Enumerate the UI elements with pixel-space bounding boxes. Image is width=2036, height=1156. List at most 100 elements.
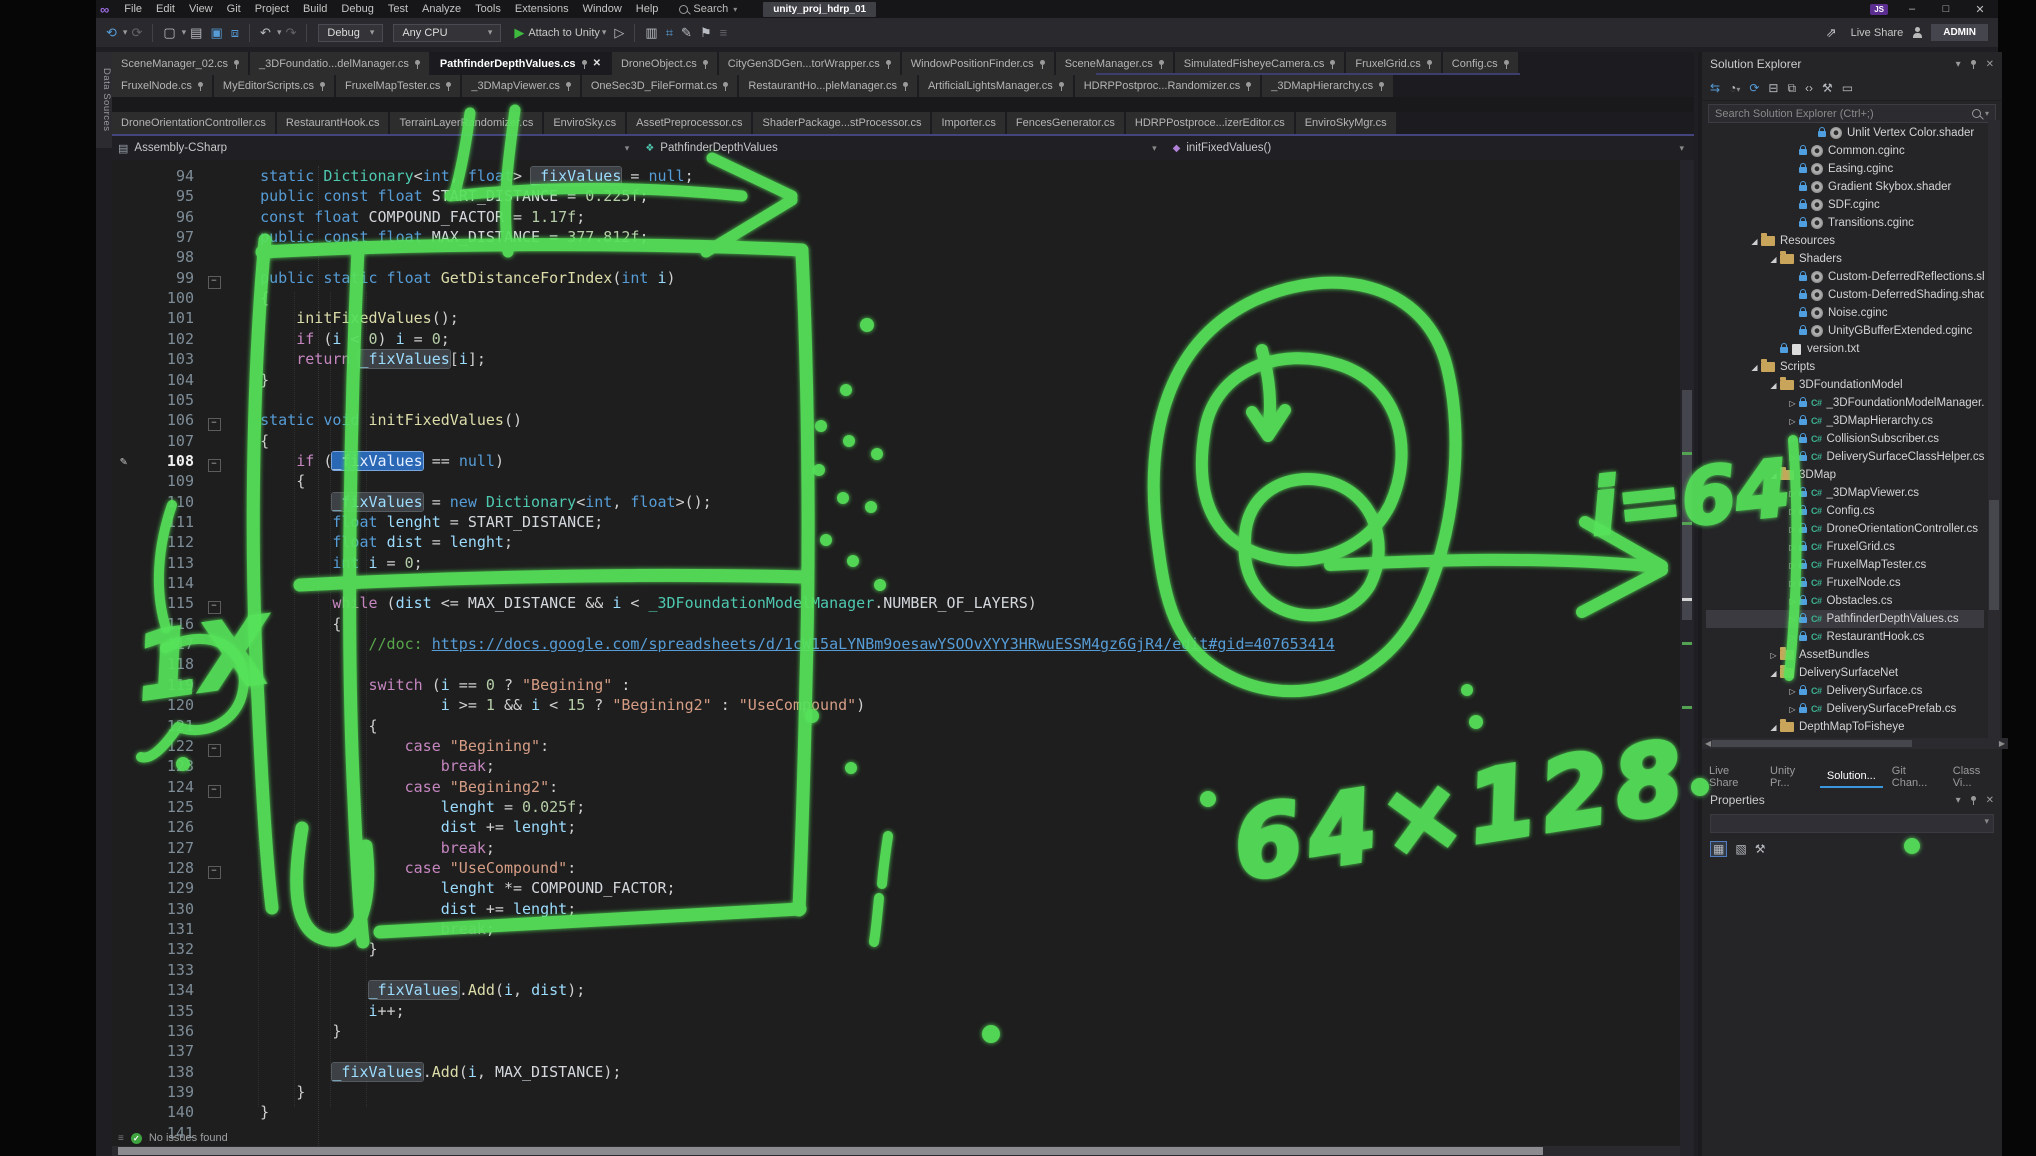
expander-expanded-icon[interactable]: ◢: [1767, 381, 1780, 390]
code-line-113[interactable]: 113 int i = 0;: [112, 553, 423, 573]
code-line-109[interactable]: 109 {: [112, 471, 305, 491]
expander-collapsed-icon[interactable]: ▷: [1786, 525, 1799, 534]
tree-item-resources[interactable]: ◢Resources: [1706, 232, 1984, 250]
code-line-99[interactable]: 99− public static float GetDistanceForIn…: [112, 268, 676, 288]
code-line-104[interactable]: 104 }: [112, 370, 269, 390]
tab-myeditorscripts-cs[interactable]: MyEditorScripts.cs: [214, 75, 334, 97]
code-line-102[interactable]: 102 if (i < 0) i = 0;: [112, 329, 450, 349]
code-line-121[interactable]: 121 {: [112, 716, 378, 736]
menu-analyze[interactable]: Analyze: [415, 0, 468, 18]
expander-expanded-icon[interactable]: ◢: [1748, 237, 1761, 246]
line-comment-icon[interactable]: ✎: [681, 25, 692, 41]
expander-expanded-icon[interactable]: ◢: [1767, 471, 1780, 480]
tab-fruxelgrid-cs[interactable]: FruxelGrid.cs: [1346, 52, 1440, 75]
pin-icon[interactable]: [703, 60, 708, 65]
open-file-icon[interactable]: ▤: [190, 25, 202, 41]
pin-icon[interactable]: [1330, 60, 1335, 65]
tab-fruxelmaptester-cs[interactable]: FruxelMapTester.cs: [336, 75, 460, 97]
tree-item-easing-cginc[interactable]: Easing.cginc: [1706, 160, 1984, 178]
tree-item-deliverysurfaceclasshelper-cs[interactable]: ▷C#DeliverySurfaceClassHelper.cs: [1706, 448, 1984, 466]
code-line-119[interactable]: 119 switch (i == 0 ? "Begining" :: [112, 675, 630, 695]
expander-collapsed-icon[interactable]: ▷: [1786, 543, 1799, 552]
code-line-111[interactable]: 111 float lenght = START_DISTANCE;: [112, 512, 603, 532]
tree-item-collisionsubscriber-cs[interactable]: ▷C#CollisionSubscriber.cs: [1706, 430, 1984, 448]
expander-collapsed-icon[interactable]: ▷: [1786, 687, 1799, 696]
tree-item--3dmaphierarchy-cs[interactable]: ▷C#_3DMapHierarchy.cs: [1706, 412, 1984, 430]
code-line-115[interactable]: 115− while (dist <= MAX_DISTANCE && i < …: [112, 593, 1037, 613]
chevron-down-icon[interactable]: ▾: [602, 27, 607, 38]
tree-item-restauranthook-cs[interactable]: ▷C#RestaurantHook.cs: [1706, 628, 1984, 646]
tab-assetpreprocessor-cs[interactable]: AssetPreprocessor.cs: [627, 112, 751, 134]
menu-file[interactable]: File: [117, 0, 149, 18]
tree-item-fruxelnode-cs[interactable]: ▷C#FruxelNode.cs: [1706, 574, 1984, 592]
tab--3dmapviewer-cs[interactable]: _3DMapViewer.cs: [462, 75, 579, 97]
expander-collapsed-icon[interactable]: ▷: [1786, 417, 1799, 426]
bookmark-icon[interactable]: ⚑: [700, 25, 712, 41]
scrollbar-thumb[interactable]: [1989, 500, 1999, 610]
alphabetical-view-icon[interactable]: ▧: [1735, 842, 1746, 856]
tree-item-noise-cginc[interactable]: Noise.cginc: [1706, 304, 1984, 322]
chevron-down-icon[interactable]: ▾: [123, 27, 128, 38]
expander-collapsed-icon[interactable]: ▷: [1786, 579, 1799, 588]
tree-item-unlit-vertex-color-shader[interactable]: Unlit Vertex Color.shader: [1706, 124, 1984, 142]
code-line-135[interactable]: 135 i++;: [112, 1001, 405, 1021]
pin-icon[interactable]: [582, 60, 587, 65]
attach-to-unity-label[interactable]: Attach to Unity: [528, 27, 600, 39]
tree-item-fruxelmaptester-cs[interactable]: ▷C#FruxelMapTester.cs: [1706, 556, 1984, 574]
chevron-down-icon[interactable]: ▾: [1956, 59, 1961, 70]
tab-scenemanager-cs[interactable]: SceneManager.cs: [1056, 52, 1173, 75]
live-share-label[interactable]: Live Share: [1851, 27, 1904, 39]
chevron-down-icon[interactable]: ▾: [277, 27, 282, 38]
code-line-106[interactable]: 106− static void initFixedValues(): [112, 410, 522, 430]
expander-collapsed-icon[interactable]: ▷: [1786, 507, 1799, 516]
code-line-128[interactable]: 128− case "UseCompound":: [112, 858, 576, 878]
tab-restauranthook-cs[interactable]: RestaurantHook.cs: [277, 112, 389, 134]
tree-item-config-cs[interactable]: ▷C#Config.cs: [1706, 502, 1984, 520]
fold-marker[interactable]: −: [204, 858, 224, 878]
save-all-icon[interactable]: ⧈: [231, 25, 239, 41]
tab--3dfoundatio-delmanager-cs[interactable]: _3DFoundatio...delManager.cs: [250, 52, 429, 75]
tab-envirosky-cs[interactable]: EnviroSky.cs: [544, 112, 625, 134]
pin-icon[interactable]: [1971, 796, 1976, 801]
tree-item--3dmapviewer-cs[interactable]: ▷C#_3DMapViewer.cs: [1706, 484, 1984, 502]
preview-selected-icon[interactable]: ▭: [1842, 81, 1853, 95]
live-share-icon[interactable]: ⇗: [1826, 25, 1837, 41]
switch-views-icon[interactable]: ⇆: [1710, 81, 1720, 95]
fold-marker[interactable]: −: [204, 736, 224, 756]
scrollbar-thumb[interactable]: [1682, 390, 1692, 620]
code-line-105[interactable]: 105: [112, 390, 224, 410]
pin-icon[interactable]: [320, 82, 325, 87]
pin-icon[interactable]: [903, 82, 908, 87]
navigate-forward-icon[interactable]: ⟳: [131, 25, 142, 41]
code-line-140[interactable]: 140 }: [112, 1102, 269, 1122]
tab-shaderpackage-stprocessor-cs[interactable]: ShaderPackage...stProcessor.cs: [753, 112, 930, 134]
expander-expanded-icon[interactable]: ◢: [1748, 363, 1761, 372]
menu-tools[interactable]: Tools: [468, 0, 508, 18]
expander-collapsed-icon[interactable]: ▷: [1786, 453, 1799, 462]
redo-icon[interactable]: ↷: [285, 25, 296, 41]
tab-droneorientationcontroller-cs[interactable]: DroneOrientationController.cs: [112, 112, 275, 134]
code-line-108[interactable]: ✎108− if (_fixValues == null): [112, 451, 504, 471]
data-sources-tool-tab[interactable]: Data Sources: [96, 52, 113, 148]
code-line-94[interactable]: 94 static Dictionary<int, float> _fixVal…: [112, 166, 694, 186]
tree-item-custom-deferredreflections-shader[interactable]: Custom-DeferredReflections.shader: [1706, 268, 1984, 286]
code-editor[interactable]: 94 static Dictionary<int, float> _fixVal…: [112, 160, 1680, 1156]
tree-item-scripts[interactable]: ◢Scripts: [1706, 358, 1984, 376]
tree-item-shaders[interactable]: ◢Shaders: [1706, 250, 1984, 268]
menu-debug[interactable]: Debug: [334, 0, 380, 18]
start-debug-icon[interactable]: ▶: [514, 25, 524, 41]
pin-icon[interactable]: [415, 60, 420, 65]
code-line-122[interactable]: 122− case "Begining":: [112, 736, 549, 756]
tree-item-unitygbufferextended-cginc[interactable]: UnityGBufferExtended.cginc: [1706, 322, 1984, 340]
tab--3dmaphierarchy-cs[interactable]: _3DMapHierarchy.cs: [1262, 75, 1393, 97]
menu-project[interactable]: Project: [248, 0, 296, 18]
editor-horizontal-scrollbar[interactable]: [112, 1146, 1680, 1156]
properties-object-dropdown[interactable]: [1710, 814, 1994, 833]
code-line-134[interactable]: 134 _fixValues.Add(i, dist);: [112, 980, 585, 1000]
code-line-129[interactable]: 129 lenght *= COMPOUND_FACTOR;: [112, 878, 676, 898]
fold-marker[interactable]: −: [204, 268, 224, 288]
fold-marker[interactable]: −: [204, 593, 224, 613]
admin-account-button[interactable]: ADMIN: [1931, 24, 1988, 41]
tab-config-cs[interactable]: Config.cs: [1443, 52, 1518, 75]
expander-collapsed-icon[interactable]: ▷: [1786, 435, 1799, 444]
